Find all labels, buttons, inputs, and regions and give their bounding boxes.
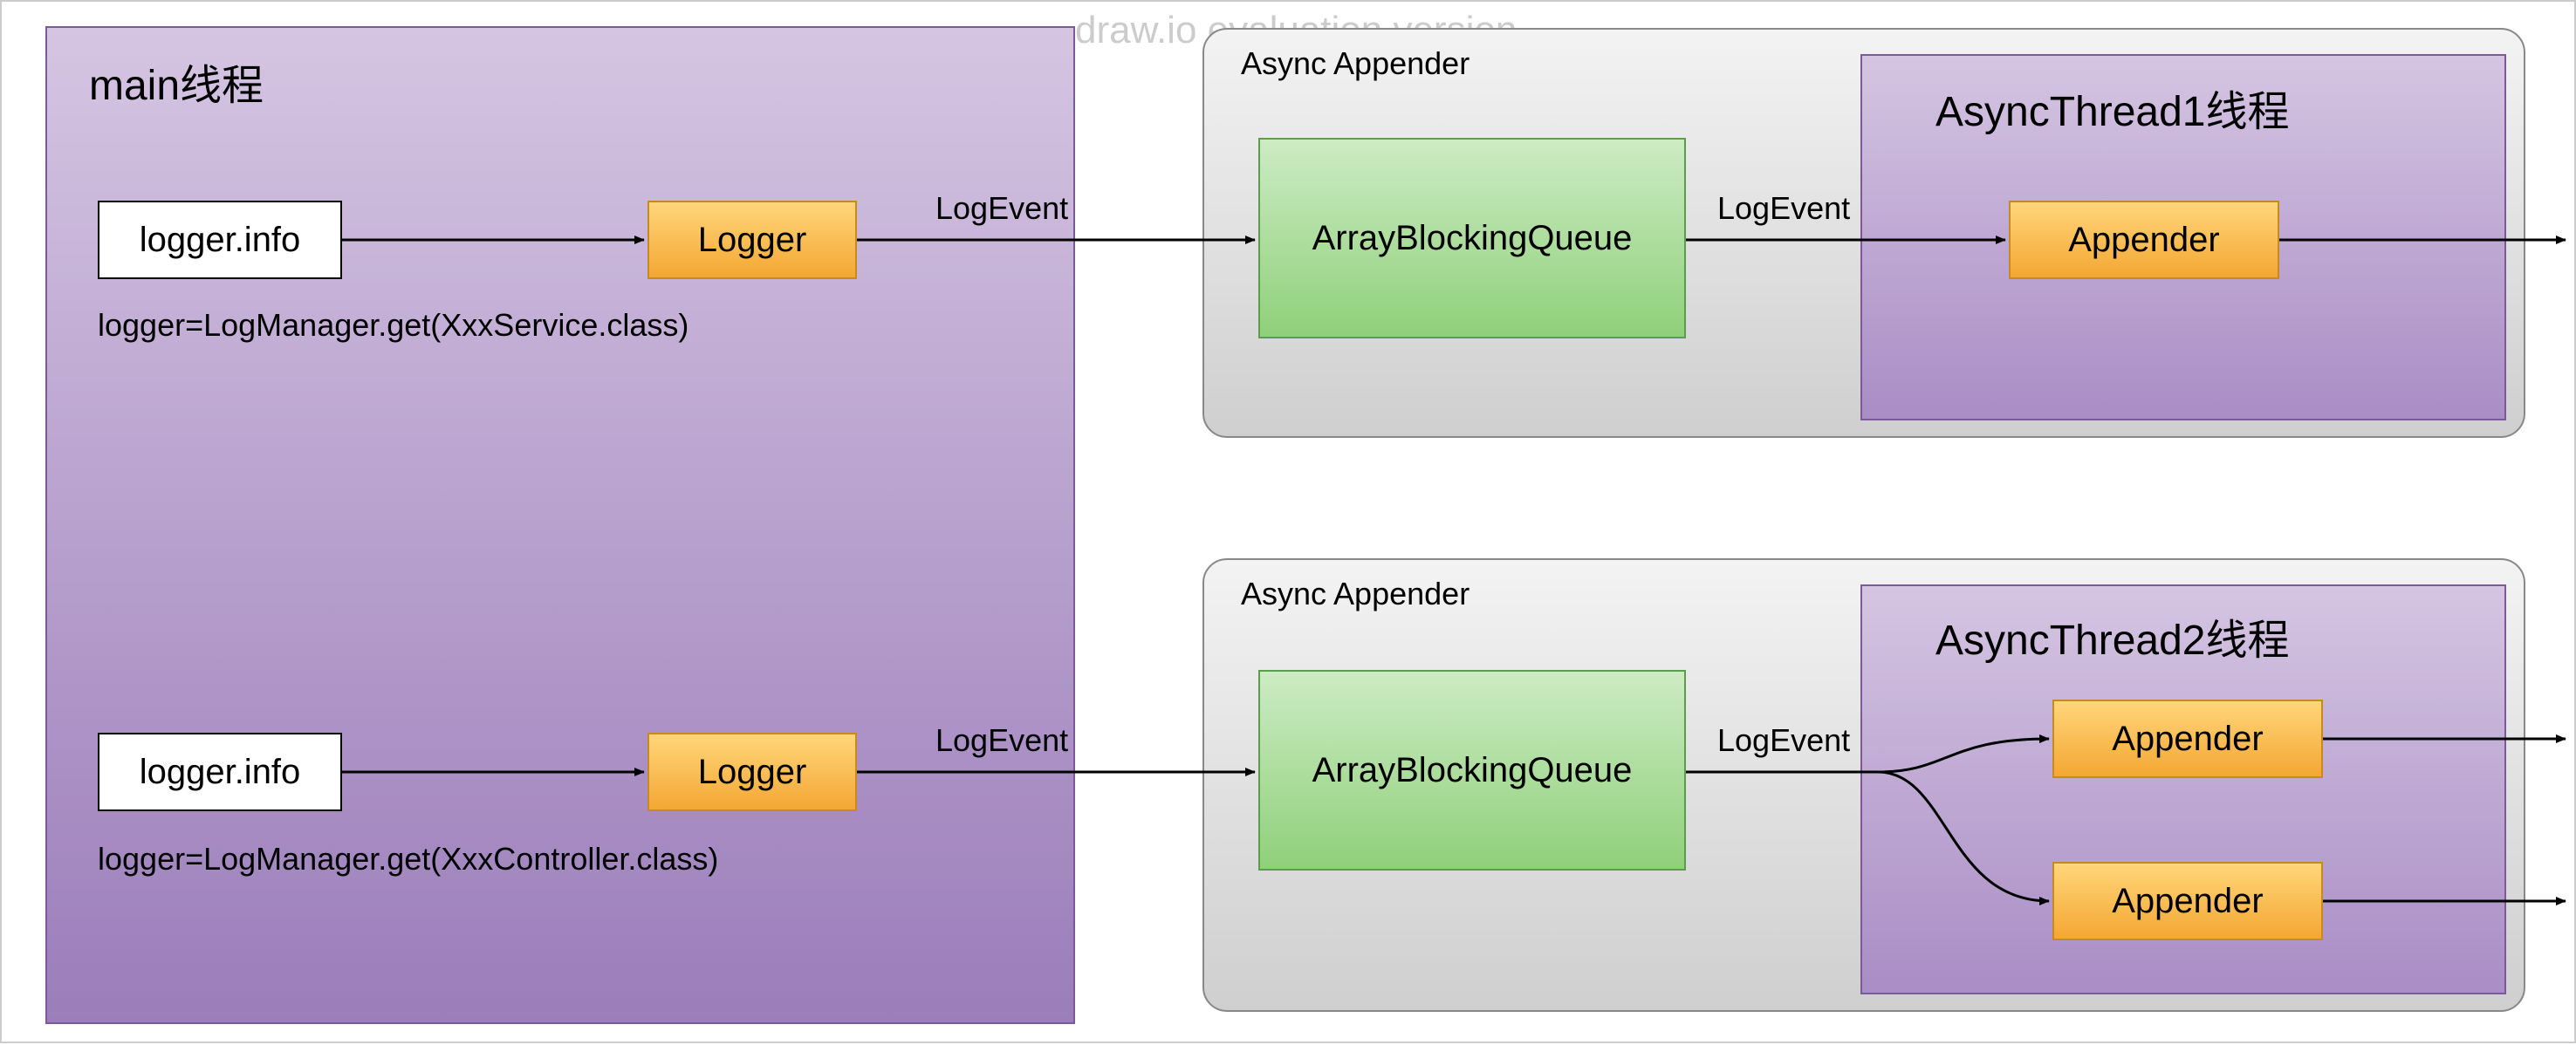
main-thread-title: main线程 xyxy=(89,51,264,112)
async-appender-title-2: Async Appender xyxy=(1241,576,1470,612)
logevent-label-1: LogEvent xyxy=(935,190,1068,227)
logger-label-1: Logger xyxy=(698,221,807,260)
appender-box-2b: Appender xyxy=(2052,862,2323,940)
appender-label-1: Appender xyxy=(2068,221,2219,260)
appender-box-1: Appender xyxy=(2009,201,2279,279)
logevent-label-4: LogEvent xyxy=(1717,722,1850,759)
logger-label-2: Logger xyxy=(698,753,807,792)
appender-label-2b: Appender xyxy=(2112,882,2263,921)
diagram-canvas: draw.io evaluation version main线程 logger… xyxy=(0,0,2576,1043)
async-appender-title-1: Async Appender xyxy=(1241,45,1470,82)
queue-box-2: ArrayBlockingQueue xyxy=(1258,670,1686,871)
async-thread-title-2: AsyncThread2线程 xyxy=(1935,605,2290,666)
logger-info-label-2: logger.info xyxy=(140,753,301,792)
appender-label-2a: Appender xyxy=(2112,720,2263,759)
logger-info-box-1: logger.info xyxy=(98,201,342,279)
logevent-label-3: LogEvent xyxy=(1717,190,1850,227)
logger-sub-2: logger=LogManager.get(XxxController.clas… xyxy=(98,841,718,878)
logger-info-box-2: logger.info xyxy=(98,733,342,811)
logevent-label-2: LogEvent xyxy=(935,722,1068,759)
logger-box-2: Logger xyxy=(647,733,857,811)
logger-info-label-1: logger.info xyxy=(140,221,301,260)
async-thread-title-1: AsyncThread1线程 xyxy=(1935,77,2290,138)
queue-label-2: ArrayBlockingQueue xyxy=(1312,751,1633,790)
logger-box-1: Logger xyxy=(647,201,857,279)
logger-sub-1: logger=LogManager.get(XxxService.class) xyxy=(98,307,689,344)
appender-box-2a: Appender xyxy=(2052,700,2323,778)
queue-label-1: ArrayBlockingQueue xyxy=(1312,219,1633,258)
queue-box-1: ArrayBlockingQueue xyxy=(1258,138,1686,338)
